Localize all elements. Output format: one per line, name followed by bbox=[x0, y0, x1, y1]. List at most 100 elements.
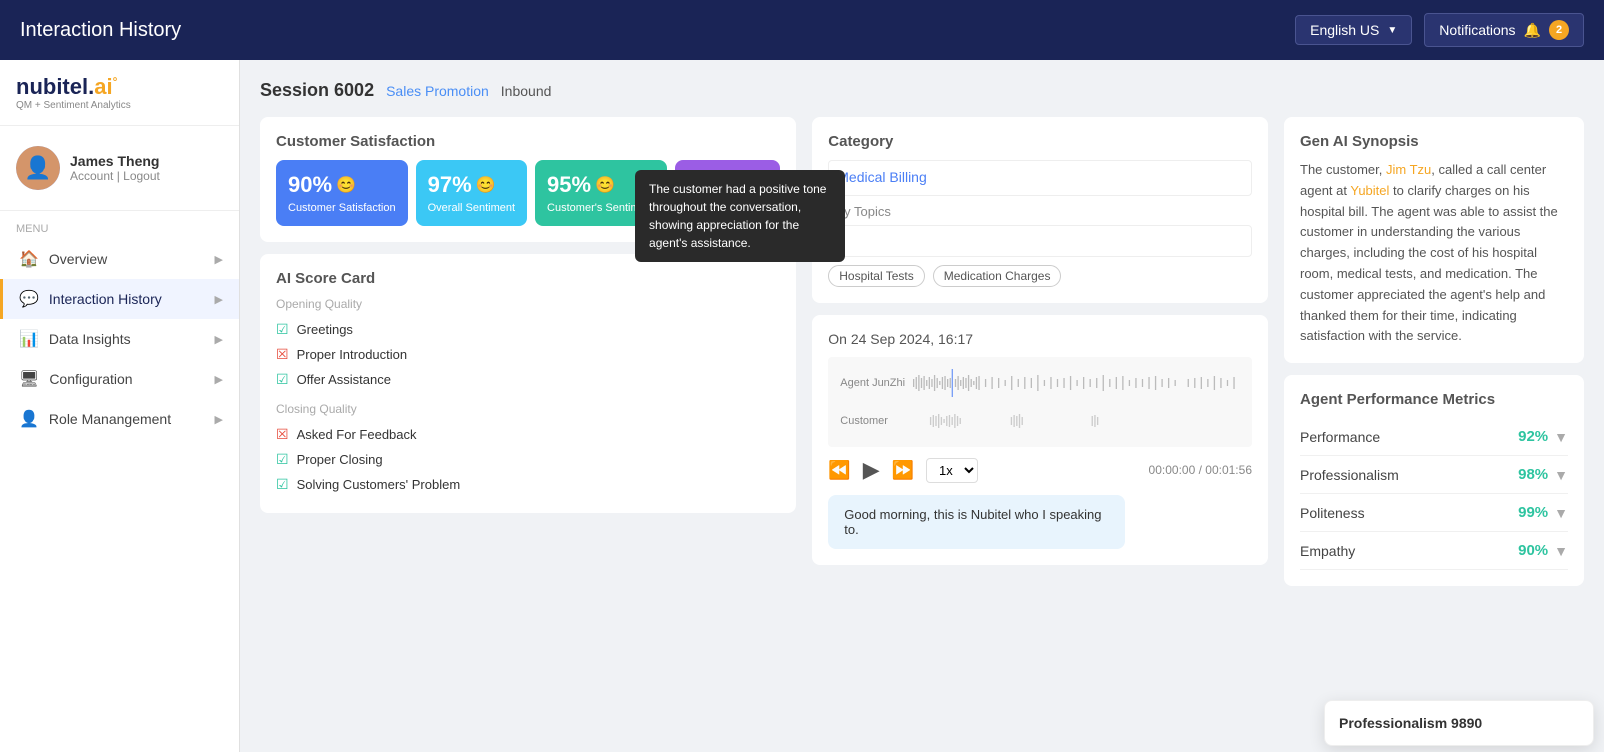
expand-icon-3[interactable]: ▼ bbox=[1554, 543, 1568, 559]
chevron-right-icon: ▶ bbox=[215, 413, 223, 426]
sat-pct-1: 97% bbox=[428, 172, 472, 198]
avatar-image: 👤 bbox=[16, 146, 60, 190]
metric-name-0: Performance bbox=[1300, 429, 1380, 445]
bell-icon: 🔔 bbox=[1524, 22, 1541, 39]
total-time: 00:01:56 bbox=[1205, 463, 1252, 477]
agent-waveform-svg bbox=[913, 369, 1240, 397]
rewind-button[interactable]: ⏪ bbox=[828, 460, 850, 481]
topic-tags: Hospital Tests Medication Charges bbox=[828, 265, 1252, 287]
score-label-assistance: Offer Assistance bbox=[297, 372, 391, 387]
score-label-solving: Solving Customers' Problem bbox=[297, 477, 461, 492]
professionalism-popup: Professionalism 9890 bbox=[1324, 700, 1594, 746]
x-icon: ☒ bbox=[276, 426, 289, 443]
score-item-assistance: ☑ Offer Assistance bbox=[276, 367, 780, 392]
top-nav-right: English US ▼ Notifications 🔔 2 bbox=[1295, 13, 1584, 47]
session-id: Session 6002 bbox=[260, 80, 374, 101]
metric-pct-1: 98% bbox=[1518, 466, 1548, 483]
chart-icon: 📊 bbox=[19, 329, 39, 349]
satisfaction-card-2: 95% 😊 Customer's Sentiment The customer … bbox=[535, 160, 667, 226]
home-icon: 🏠 bbox=[19, 249, 39, 269]
logo-accent: ai bbox=[94, 74, 112, 99]
prof-popup-title: Professionalism 9890 bbox=[1339, 715, 1482, 731]
metric-professionalism: Professionalism 98% ▼ bbox=[1300, 456, 1568, 494]
notifications-label: Notifications bbox=[1439, 22, 1515, 38]
chevron-right-icon: ▶ bbox=[215, 333, 223, 346]
logout-link[interactable]: Logout bbox=[123, 169, 160, 183]
time-display: 00:00:00 / 00:01:56 bbox=[1149, 463, 1252, 477]
topic-tag-1[interactable]: Medication Charges bbox=[933, 265, 1062, 287]
customer-waveform-svg bbox=[903, 407, 1240, 435]
logo-area: nubitel.ai° QM + Sentiment Analytics bbox=[0, 60, 239, 126]
sidebar-item-label: Overview bbox=[49, 251, 107, 267]
sat-pct-2: 95% bbox=[547, 172, 591, 198]
main-content: Session 6002 Sales Promotion Inbound Cus… bbox=[240, 60, 1604, 752]
profile-info: James Theng Account | Logout bbox=[70, 153, 160, 183]
session-tag-sales[interactable]: Sales Promotion bbox=[386, 83, 489, 99]
speed-select[interactable]: 1x 2x bbox=[926, 458, 978, 483]
score-label-greetings: Greetings bbox=[297, 322, 353, 337]
expand-icon-1[interactable]: ▼ bbox=[1554, 467, 1568, 483]
sat-emoji-0: 😊 bbox=[336, 175, 356, 195]
category-value-box: Medical Billing bbox=[828, 160, 1252, 196]
gen-ai-highlight2: Yubitel bbox=[1350, 183, 1389, 198]
notifications-button[interactable]: Notifications 🔔 2 bbox=[1424, 13, 1584, 47]
waveform-area: Agent JunZhi bbox=[828, 357, 1252, 447]
sidebar-item-role-management[interactable]: 👤 Role Manangement ▶ bbox=[0, 399, 239, 439]
tooltip-text: The customer had a positive tone through… bbox=[649, 182, 826, 250]
metric-name-1: Professionalism bbox=[1300, 467, 1399, 483]
expand-icon-2[interactable]: ▼ bbox=[1554, 505, 1568, 521]
chat-icon: 💬 bbox=[19, 289, 39, 309]
fast-forward-button[interactable]: ⏩ bbox=[892, 460, 914, 481]
audio-date: On 24 Sep 2024, 16:17 bbox=[828, 331, 1252, 347]
score-label-introduction: Proper Introduction bbox=[297, 347, 408, 362]
opening-quality-label: Opening Quality bbox=[276, 297, 780, 311]
score-item-feedback: ☒ Asked For Feedback bbox=[276, 422, 780, 447]
play-button[interactable]: ▶ bbox=[863, 457, 880, 483]
sidebar-item-overview[interactable]: 🏠 Overview ▶ bbox=[0, 239, 239, 279]
topic-tag-0[interactable]: Hospital Tests bbox=[828, 265, 924, 287]
satisfaction-cards: 90% 😊 Customer Satisfaction 97% 😊 Ove bbox=[276, 160, 780, 226]
check-icon: ☑ bbox=[276, 451, 289, 468]
right-column: Gen AI Synopsis The customer, Jim Tzu, c… bbox=[1284, 117, 1584, 586]
expand-icon-0[interactable]: ▼ bbox=[1554, 429, 1568, 445]
prof-popup-score: 9890 bbox=[1451, 715, 1482, 731]
sidebar-item-label: Configuration bbox=[49, 371, 132, 387]
language-arrow-icon: ▼ bbox=[1387, 25, 1397, 36]
sat-emoji-2: 😊 bbox=[595, 175, 615, 195]
current-time: 00:00:00 bbox=[1149, 463, 1196, 477]
logo-superscript: ° bbox=[113, 75, 118, 89]
satisfaction-tooltip: The customer had a positive tone through… bbox=[635, 170, 845, 262]
ai-score-card: AI Score Card Opening Quality ☑ Greeting… bbox=[260, 254, 796, 513]
customer-waveform bbox=[903, 407, 1240, 435]
chevron-right-icon: ▶ bbox=[215, 373, 223, 386]
sidebar-item-data-insights[interactable]: 📊 Data Insights ▶ bbox=[0, 319, 239, 359]
score-label-feedback: Asked For Feedback bbox=[297, 427, 417, 442]
metrics-title: Agent Performance Metrics bbox=[1300, 391, 1568, 408]
sidebar-item-configuration[interactable]: 🖥 Configuration ▶ bbox=[0, 359, 239, 399]
notification-badge: 2 bbox=[1549, 20, 1569, 40]
profile-name: James Theng bbox=[70, 153, 160, 169]
metric-pct-0: 92% bbox=[1518, 428, 1548, 445]
profile-section: 👤 James Theng Account | Logout bbox=[0, 126, 239, 211]
customer-satisfaction-section: Customer Satisfaction 90% 😊 Customer Sat… bbox=[260, 117, 796, 242]
session-tag-inbound: Inbound bbox=[501, 83, 552, 99]
audio-player-section: On 24 Sep 2024, 16:17 Agent JunZhi bbox=[812, 315, 1268, 565]
gen-ai-title: Gen AI Synopsis bbox=[1300, 133, 1568, 150]
language-selector[interactable]: English US ▼ bbox=[1295, 15, 1412, 45]
sidebar: nubitel.ai° QM + Sentiment Analytics 👤 J… bbox=[0, 60, 240, 752]
ai-score-title: AI Score Card bbox=[276, 270, 780, 287]
menu-label: Menu bbox=[0, 211, 239, 239]
check-icon: ☑ bbox=[276, 476, 289, 493]
key-topics-input[interactable] bbox=[828, 225, 1252, 257]
account-link[interactable]: Account bbox=[70, 169, 113, 183]
customer-waveform-row: Customer bbox=[840, 407, 1240, 435]
category-value[interactable]: Medical Billing bbox=[837, 169, 926, 185]
gen-ai-highlight: Jim Tzu bbox=[1386, 162, 1431, 177]
metric-name-2: Politeness bbox=[1300, 505, 1365, 521]
sidebar-item-interaction-history[interactable]: 💬 Interaction History ▶ bbox=[0, 279, 239, 319]
score-item-solving: ☑ Solving Customers' Problem bbox=[276, 472, 780, 497]
chevron-right-icon: ▶ bbox=[215, 253, 223, 266]
satisfaction-title: Customer Satisfaction bbox=[276, 133, 780, 150]
sidebar-item-label: Interaction History bbox=[49, 291, 162, 307]
score-label-closing: Proper Closing bbox=[297, 452, 383, 467]
